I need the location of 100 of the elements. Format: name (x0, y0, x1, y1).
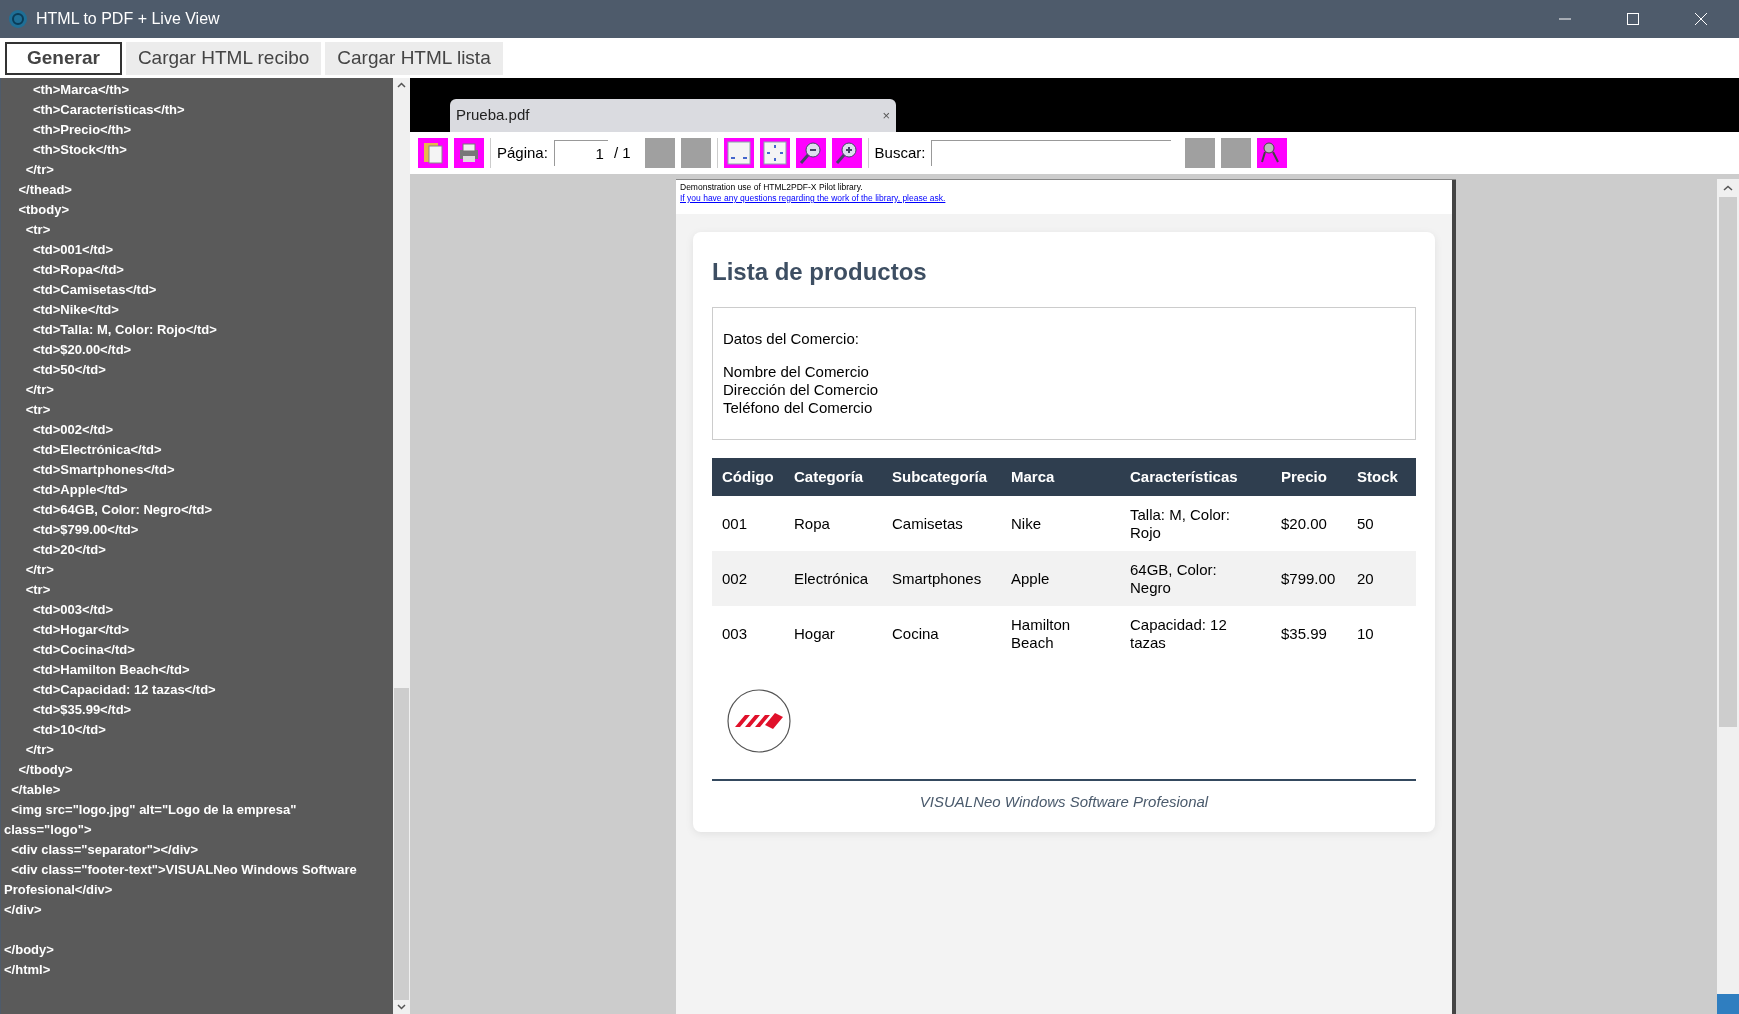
zoom-in-icon[interactable] (831, 138, 862, 168)
code-line: <td>10</td> (31, 721, 107, 739)
demo-notice: Demonstration use of HTML2PDF-X Pilot library. (680, 182, 864, 193)
info-title: Datos del Comercio: (723, 330, 860, 348)
code-line: <td>$35.99</td> (31, 701, 133, 719)
table-cell-text: 50 (1356, 514, 1375, 533)
code-line: <td>Capacidad: 12 tazas</td> (31, 681, 217, 699)
code-line: <td>Camisetas</td> (31, 281, 158, 299)
code-line: <td>Cocina</td> (31, 641, 136, 659)
window-title: HTML to PDF + Live View (36, 9, 220, 29)
column-header: Código (721, 466, 775, 487)
info-line: Nombre del Comercio (723, 363, 870, 381)
code-line: <td>20</td> (31, 541, 107, 559)
column-header: Precio (1280, 466, 1328, 487)
zoom-out-icon[interactable] (795, 138, 826, 168)
code-line: <td>Ropa</td> (31, 261, 125, 279)
search-label: Buscar: (874, 142, 926, 163)
table-cell-text: Talla: M, Color: Rojo (1129, 505, 1232, 542)
page-label: Página: (497, 142, 548, 163)
table-cell-text: 003 (721, 624, 749, 643)
open-document-icon[interactable] (418, 138, 448, 168)
previous-page-button[interactable] (644, 138, 675, 168)
table-cell-text: Camisetas (891, 514, 964, 533)
table-cell-text: $20.00 (1280, 514, 1328, 533)
code-line: class="logo"> (3, 821, 93, 839)
document-tab[interactable]: Prueba.pdf × (450, 99, 896, 132)
table-cell-text: Apple (1010, 569, 1051, 588)
find-next-button[interactable] (1221, 138, 1252, 168)
code-line: </table> (10, 781, 62, 799)
code-line: <tbody> (17, 201, 70, 219)
code-line: </body> (3, 941, 55, 959)
code-line: <td>Smartphones</td> (31, 461, 176, 479)
app-icon (8, 9, 28, 29)
code-line: </tr> (24, 561, 55, 579)
scroll-up-icon[interactable] (1723, 185, 1733, 191)
table-cell-text: $35.99 (1280, 624, 1328, 643)
info-line: Teléfono del Comercio (723, 399, 874, 417)
viewer-scrollbar[interactable] (1717, 179, 1739, 1014)
code-line: <td>Hamilton Beach</td> (31, 661, 191, 679)
code-line: <td>$799.00</td> (31, 521, 140, 539)
find-icon[interactable] (1257, 138, 1288, 168)
code-line: <tr> (24, 221, 52, 239)
table-cell-text: Smartphones (891, 569, 983, 588)
column-header: Marca (1010, 466, 1056, 487)
column-header: Características (1129, 466, 1239, 487)
code-line: <div class="separator"></div> (10, 841, 200, 859)
page-heading: Lista de productos (712, 257, 928, 287)
print-icon[interactable] (454, 138, 484, 168)
code-line: <td>Nike</td> (31, 301, 120, 319)
page-field[interactable]: 1 (553, 140, 608, 166)
table-cell-text: Ropa (793, 514, 831, 533)
table-cell-text: 001 (721, 514, 749, 533)
notice-link[interactable]: If you have any questions regarding the work of the library, please ask. (680, 193, 1448, 204)
footer-text: VISUALNeo Windows Software Profesional (918, 792, 1210, 812)
code-line: </html> (3, 961, 52, 979)
next-page-button[interactable] (680, 138, 711, 168)
code-line: </tr> (24, 741, 55, 759)
search-field[interactable] (931, 140, 1172, 166)
fit-page-icon[interactable] (759, 138, 790, 168)
scrollbar[interactable] (393, 78, 410, 1014)
tab-close-button[interactable]: × (882, 105, 890, 126)
code-line: <td>64GB, Color: Negro</td> (31, 501, 214, 519)
column-header: Stock (1356, 466, 1399, 487)
scroll-thumb[interactable] (394, 688, 409, 1000)
code-line: </thead> (17, 181, 73, 199)
code-line: <tr> (24, 581, 52, 599)
maximize-icon (1627, 13, 1639, 25)
table-cell-text: Cocina (891, 624, 940, 643)
scroll-thumb[interactable] (1719, 197, 1737, 727)
code-line: <td>Hogar</td> (31, 621, 130, 639)
close-icon (1695, 13, 1707, 25)
table-cell-text: 10 (1356, 624, 1375, 643)
table-cell-text: $799.00 (1280, 569, 1337, 588)
table-cell-text: Electrónica (793, 569, 870, 588)
table-cell-text: Hamilton Beach (1010, 615, 1072, 652)
table-cell-text: Hogar (793, 624, 836, 643)
fit-width-icon[interactable] (723, 138, 754, 168)
code-line: <td>003</td> (31, 601, 115, 619)
find-previous-button[interactable] (1185, 138, 1216, 168)
table-cell-text: 002 (721, 569, 749, 588)
toolbar-button[interactable]: Generar (5, 41, 122, 75)
code-line: Profesional</div> (3, 881, 114, 899)
logo-icon (727, 689, 791, 753)
code-line: <td>Electrónica</td> (31, 441, 163, 459)
scroll-down-icon[interactable] (397, 1004, 406, 1010)
code-line: <td>Apple</td> (31, 481, 129, 499)
table-cell-text: Capacidad: 12 tazas (1129, 615, 1228, 652)
code-line: </tr> (24, 381, 55, 399)
code-line: <td>001</td> (31, 241, 115, 259)
code-line: <td>50</td> (31, 361, 107, 379)
scroll-up-icon[interactable] (397, 82, 406, 88)
column-header: Categoría (793, 466, 865, 487)
column-header: Subcategoría (891, 466, 989, 487)
code-line: <td>Talla: M, Color: Rojo</td> (31, 321, 218, 339)
toolbar-button[interactable]: Cargar HTML lista (325, 41, 503, 75)
code-line: <tr> (24, 401, 52, 419)
toolbar-button[interactable]: Cargar HTML recibo (125, 41, 322, 75)
code-line: </div> (3, 901, 43, 919)
code-line: <td>002</td> (31, 421, 115, 439)
page-total: / 1 (613, 142, 632, 163)
